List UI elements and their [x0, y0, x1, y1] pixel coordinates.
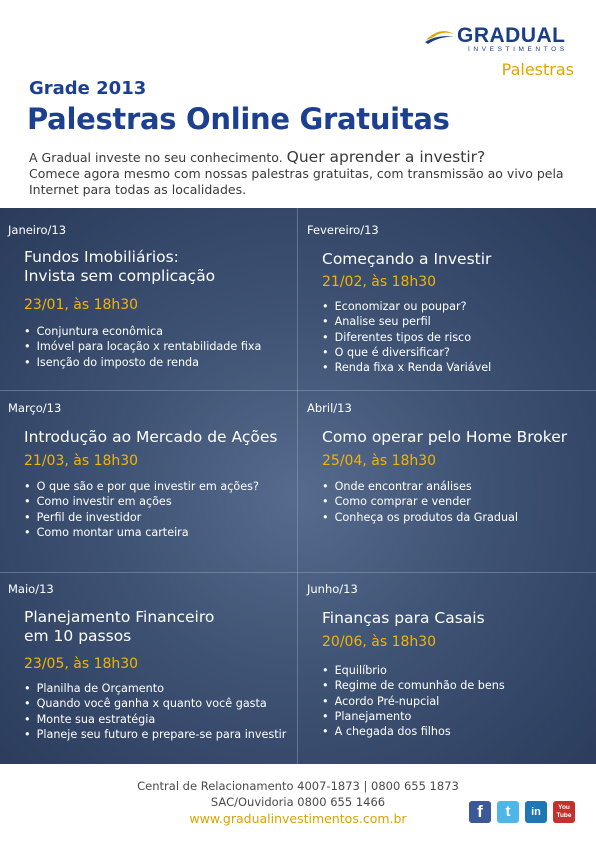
- page-kicker: Grade 2013: [29, 78, 147, 99]
- topic-item: Planilha de Orçamento: [24, 681, 286, 696]
- topic-item: O que são e por que investir em ações?: [24, 479, 259, 494]
- session-month: Fevereiro/13: [307, 223, 379, 237]
- session-date: 23/05, às 18h30: [24, 656, 139, 672]
- topic-item: Isenção do imposto de renda: [24, 355, 261, 370]
- intro-part3: Comece agora mesmo com nossas palestras …: [29, 166, 564, 197]
- topic-item: Perfil de investidor: [24, 510, 259, 525]
- gradual-logo: GRADUAL INVESTIMENTOS: [424, 24, 576, 54]
- brand-name: GRADUAL: [457, 24, 566, 47]
- session-month: Janeiro/13: [8, 223, 67, 237]
- session-card-fevereiro: Fevereiro/13 Começando a Investir 21/02,…: [298, 208, 595, 390]
- session-card-abril: Abril/13 Como operar pelo Home Broker 25…: [298, 391, 595, 572]
- session-title-line: Fundos Imobiliários:: [24, 248, 179, 266]
- session-card-janeiro: Janeiro/13 Fundos Imobiliários: Invista …: [0, 208, 297, 390]
- session-title: Finanças para Casais: [322, 609, 485, 627]
- topic-item: Diferentes tipos de risco: [322, 330, 491, 345]
- session-date: 25/04, às 18h30: [322, 453, 437, 469]
- page-title: Palestras Online Gratuitas: [27, 102, 450, 136]
- session-topics: O que são e por que investir em ações? C…: [24, 479, 259, 540]
- twitter-icon[interactable]: t: [497, 801, 519, 823]
- topic-item: Conjuntura econômica: [24, 324, 261, 339]
- intro-part1: A Gradual investe no seu conhecimento.: [29, 150, 283, 165]
- session-month: Junho/13: [307, 582, 358, 596]
- swoosh-icon: [425, 31, 454, 44]
- brand-subtitle: INVESTIMENTOS: [468, 46, 568, 53]
- topic-item: Renda fixa x Renda Variável: [322, 360, 492, 375]
- section-tag: Palestras: [501, 60, 574, 79]
- session-topics: Conjuntura econômica Imóvel para locação…: [24, 324, 262, 370]
- session-month: Março/13: [8, 401, 62, 415]
- session-card-maio: Maio/13 Planejamento Financeiro em 10 pa…: [0, 573, 297, 764]
- topic-item: Economizar ou poupar?: [322, 299, 491, 314]
- topic-item: A chegada dos filhos: [322, 724, 505, 739]
- topic-item: Monte sua estratégia: [24, 712, 286, 727]
- session-title: Fundos Imobiliários: Invista sem complic…: [24, 248, 215, 286]
- session-date: 21/03, às 18h30: [24, 453, 139, 469]
- topic-item: Planeje seu futuro e prepare-se para inv…: [24, 727, 287, 742]
- topic-item: Onde encontrar análises: [322, 479, 518, 494]
- topic-item: Como comprar e vender: [322, 494, 518, 509]
- session-title-line: Invista sem complicação: [24, 267, 216, 285]
- facebook-icon[interactable]: f: [469, 801, 491, 823]
- footer-phones: Central de Relacionamento 4007-1873 | 08…: [137, 779, 459, 793]
- session-month: Abril/13: [307, 401, 352, 415]
- session-date: 20/06, às 18h30: [322, 634, 437, 650]
- session-topics: Onde encontrar análises Como comprar e v…: [322, 479, 518, 525]
- linkedin-icon[interactable]: in: [525, 801, 547, 823]
- session-date: 21/02, às 18h30: [322, 274, 437, 290]
- topic-item: Acordo Pré-nupcial: [322, 694, 505, 709]
- youtube-icon[interactable]: You Tube: [553, 801, 575, 823]
- topic-item: Conheça os produtos da Gradual: [322, 510, 518, 525]
- session-card-marco: Março/13 Introdução ao Mercado de Ações …: [0, 391, 297, 572]
- session-title-line: Planejamento Financeiro: [24, 608, 215, 626]
- topic-item: Quando você ganha x quanto você gasta: [24, 696, 286, 711]
- topic-item: Analise seu perfil: [322, 314, 491, 329]
- session-title: Começando a Investir: [322, 250, 492, 268]
- topic-item: Como investir em ações: [24, 494, 259, 509]
- session-month: Maio/13: [8, 582, 54, 596]
- topic-item: Como montar uma carteira: [24, 525, 259, 540]
- topic-item: Equilíbrio: [322, 663, 505, 678]
- topic-item: Planejamento: [322, 709, 505, 724]
- session-topics: Equilíbrio Regime de comunhão de bens Ac…: [322, 663, 505, 739]
- session-title: Como operar pelo Home Broker: [322, 428, 568, 446]
- session-topics: Economizar ou poupar? Analise seu perfil…: [322, 299, 492, 375]
- sessions-grid: Janeiro/13 Fundos Imobiliários: Invista …: [0, 208, 596, 764]
- session-topics: Planilha de Orçamento Quando você ganha …: [24, 681, 287, 742]
- topic-item: Imóvel para locação x rentabilidade fixa: [24, 339, 262, 354]
- session-title: Planejamento Financeiro em 10 passos: [24, 608, 214, 646]
- topic-item: O que é diversificar?: [322, 345, 491, 360]
- session-card-junho: Junho/13 Finanças para Casais 20/06, às …: [298, 573, 595, 764]
- session-title-line: em 10 passos: [24, 627, 132, 645]
- topic-item: Regime de comunhão de bens: [322, 678, 505, 693]
- session-title: Introdução ao Mercado de Ações: [24, 428, 278, 446]
- session-date: 23/01, às 18h30: [24, 297, 139, 313]
- intro-question: Quer aprender a investir?: [286, 148, 486, 166]
- intro-text: A Gradual investe no seu conhecimento. Q…: [29, 149, 574, 198]
